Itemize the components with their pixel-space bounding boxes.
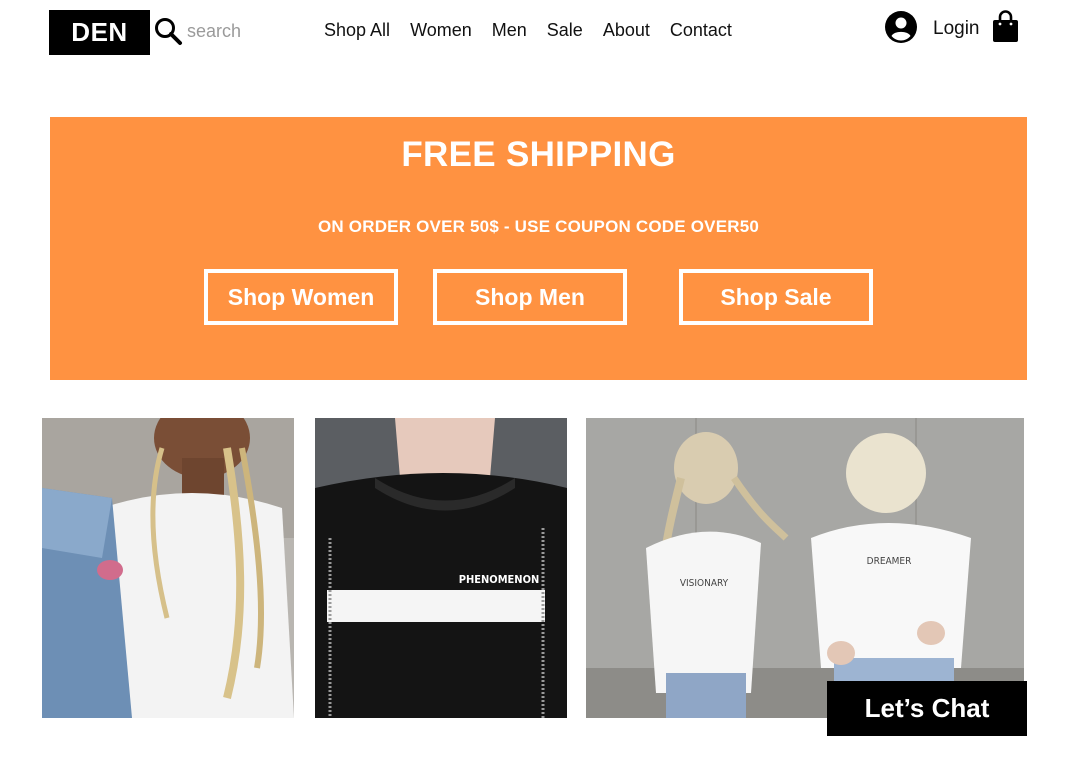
nav-contact[interactable]: Contact (670, 18, 732, 42)
nav-women[interactable]: Women (410, 18, 472, 42)
shop-women-button[interactable]: Shop Women (204, 269, 398, 325)
promo-banner: FREE SHIPPING ON ORDER OVER 50$ - USE CO… (50, 117, 1027, 380)
svg-text:VISIONARY: VISIONARY (680, 578, 729, 589)
shop-men-button[interactable]: Shop Men (433, 269, 627, 325)
login-link[interactable]: Login (933, 18, 980, 40)
search-input[interactable] (187, 20, 297, 42)
account-circle-icon[interactable] (884, 10, 918, 44)
svg-text:PHENOMENON: PHENOMENON (459, 573, 540, 586)
nav-shop-all[interactable]: Shop All (324, 18, 390, 42)
svg-text:DREAMER: DREAMER (867, 556, 912, 567)
nav-about[interactable]: About (603, 18, 650, 42)
brand-logo[interactable]: DEN (49, 10, 150, 55)
chat-button[interactable]: Let’s Chat (827, 681, 1027, 736)
product-image-couple[interactable]: VISIONARY DREAMER (586, 418, 1024, 718)
main-nav: Shop All Women Men Sale About Contact (324, 18, 752, 42)
search-icon[interactable] (153, 16, 183, 46)
banner-title: FREE SHIPPING (401, 135, 676, 174)
search-bar[interactable] (153, 14, 297, 48)
product-image-woman[interactable] (42, 418, 294, 718)
nav-sale[interactable]: Sale (547, 18, 583, 42)
shopping-bag-icon[interactable] (991, 10, 1020, 44)
product-image-man-black-tee[interactable]: PHENOMENON (315, 418, 567, 718)
shop-sale-button[interactable]: Shop Sale (679, 269, 873, 325)
banner-subtitle: ON ORDER OVER 50$ - USE COUPON CODE OVER… (317, 217, 760, 236)
nav-men[interactable]: Men (492, 18, 527, 42)
